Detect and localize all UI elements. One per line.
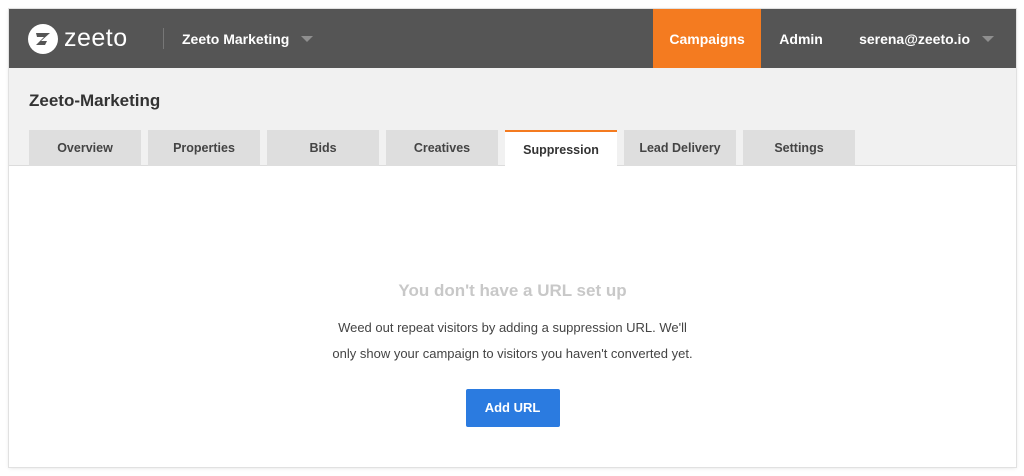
empty-state-title: You don't have a URL set up: [398, 281, 627, 300]
user-menu[interactable]: serena@zeeto.io: [841, 9, 1016, 68]
organization-switcher[interactable]: Zeeto Marketing: [164, 9, 314, 68]
chevron-down-icon: [301, 35, 314, 42]
organization-name: Zeeto Marketing: [182, 30, 290, 47]
add-url-button[interactable]: Add URL: [465, 389, 560, 427]
tab-lead-delivery[interactable]: Lead Delivery: [624, 130, 736, 166]
empty-state-description-line: only show your campaign to visitors you …: [332, 346, 693, 361]
nav-admin[interactable]: Admin: [761, 9, 841, 68]
tab-properties[interactable]: Properties: [148, 130, 260, 166]
zeeto-logo-icon: [28, 23, 58, 54]
nav-campaigns[interactable]: Campaigns: [653, 9, 762, 68]
suppression-empty-state: You don't have a URL set up Weed out rep…: [9, 167, 1016, 467]
empty-state-description: Weed out repeat visitors by adding a sup…: [303, 315, 723, 367]
app-window: zeeto Zeeto Marketing Campaigns Admin se…: [9, 9, 1016, 467]
campaign-tabs: Overview Properties Bids Creatives Suppr…: [29, 130, 862, 167]
tab-suppression[interactable]: Suppression: [505, 130, 617, 167]
logo-wordmark: zeeto: [64, 24, 128, 52]
campaign-header: Zeeto-Marketing Overview Properties Bids…: [9, 68, 1016, 167]
tab-creatives[interactable]: Creatives: [386, 130, 498, 166]
tab-bids[interactable]: Bids: [267, 130, 379, 166]
top-navigation-bar: zeeto Zeeto Marketing Campaigns Admin se…: [9, 9, 1016, 68]
tab-overview[interactable]: Overview: [29, 130, 141, 166]
empty-state-description-line: Weed out repeat visitors by adding a sup…: [338, 320, 687, 335]
tab-settings[interactable]: Settings: [743, 130, 855, 166]
page-title: Zeeto-Marketing: [29, 91, 161, 110]
zeeto-logo[interactable]: zeeto: [9, 9, 163, 68]
chevron-down-icon: [982, 35, 994, 42]
user-email: serena@zeeto.io: [859, 30, 970, 47]
